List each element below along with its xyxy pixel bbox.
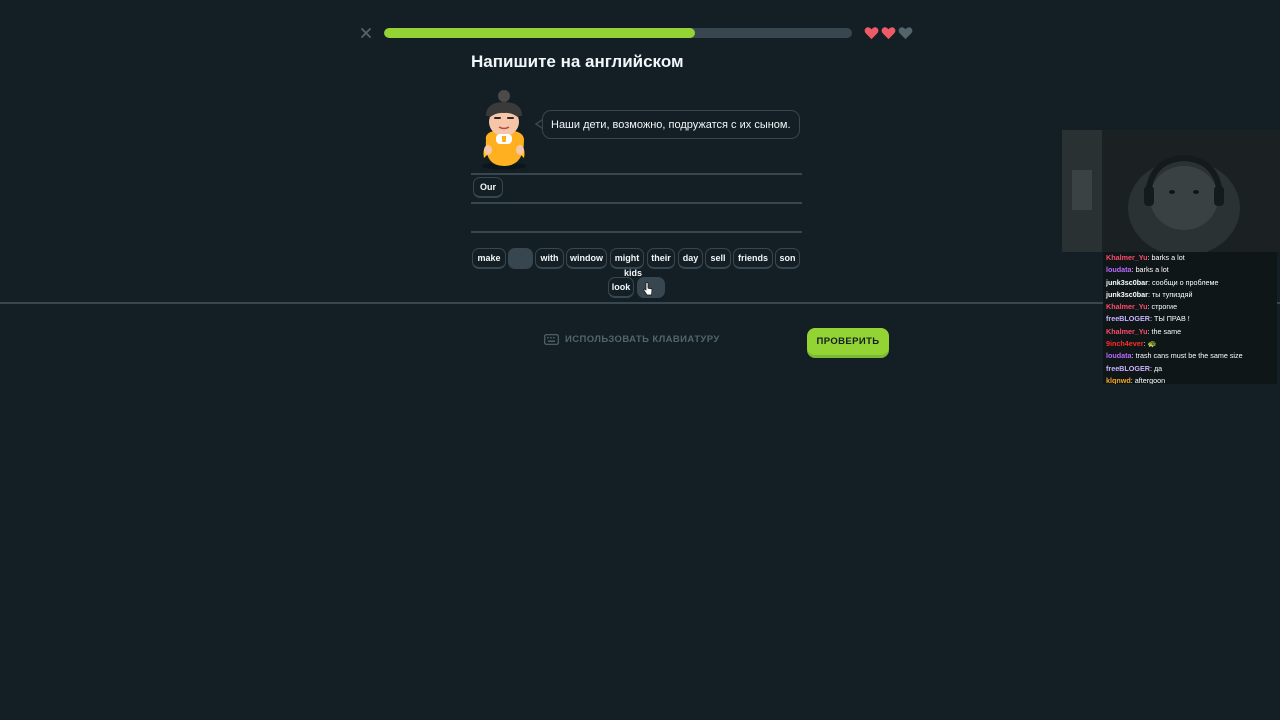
heart-icon (881, 27, 896, 40)
word-tile-make[interactable]: make (472, 248, 506, 269)
chat-message: loudata: trash cans must be the same siz… (1103, 350, 1277, 362)
use-keyboard-button[interactable]: ИСПОЛЬЗОВАТЬ КЛАВИАТУРУ (544, 334, 720, 345)
chat-message: Khalmer_Yu: строгие (1103, 301, 1277, 313)
chat-text: сообщи о проблеме (1151, 277, 1219, 287)
chat-text: aftergoon (1134, 375, 1166, 384)
word-tile-sell[interactable]: sell (705, 248, 731, 269)
stream-chat: Khalmer_Yu: barks a lot loudata: barks a … (1103, 252, 1277, 384)
close-lesson-button[interactable] (359, 26, 373, 40)
chat-username[interactable]: Khalmer_Yu (1106, 327, 1148, 336)
chat-username[interactable]: Khalmer_Yu (1106, 302, 1148, 311)
footer-divider (0, 302, 1280, 304)
use-keyboard-label: ИСПОЛЬЗОВАТЬ КЛАВИАТУРУ (565, 334, 720, 345)
heart-icon (864, 27, 879, 40)
word-tile-day[interactable]: day (678, 248, 703, 269)
dragging-word-kids[interactable]: kids (624, 268, 642, 278)
prompt-speech-bubble: Наши дети, возможно, подружатся с их сын… (542, 110, 800, 139)
chat-username[interactable]: freeBLOGER (1106, 364, 1150, 373)
chat-username[interactable]: freeBLOGER (1106, 314, 1150, 323)
word-tile-son[interactable]: son (775, 248, 800, 269)
word-tile-friends[interactable]: friends (733, 248, 773, 269)
progress-fill (384, 28, 696, 38)
word-tile-placeholder (508, 248, 533, 269)
chat-text: да (1153, 363, 1163, 373)
chat-text: ты тупиздяй (1151, 289, 1193, 299)
chat-message: Khalmer_Yu: barks a lot (1103, 252, 1277, 264)
keyboard-icon (544, 334, 559, 345)
check-button[interactable]: ПРОВЕРИТЬ (807, 328, 889, 355)
chat-text: trash cans must be the same size (1135, 351, 1243, 361)
chat-message: freeBLOGER: да (1103, 363, 1277, 375)
chat-username[interactable]: 9inch4ever (1106, 339, 1144, 348)
chat-message: freeBLOGER: ТЫ ПРАВ ! (1103, 313, 1277, 325)
chat-text: 🐢 (1147, 339, 1157, 349)
answer-line-top (471, 173, 802, 175)
chat-message: junk3sc0bar: ты тупиздяй (1103, 289, 1277, 301)
chat-username[interactable]: klqnwd (1106, 376, 1131, 384)
answer-line-bottom (471, 231, 802, 233)
hearts (864, 26, 913, 40)
word-tile-window[interactable]: window (566, 248, 607, 269)
word-tile-might[interactable]: might (610, 248, 644, 269)
chat-username[interactable]: loudata (1106, 265, 1132, 274)
chat-username[interactable]: junk3sc0bar (1106, 278, 1148, 287)
chat-text: barks a lot (1151, 253, 1185, 262)
word-tile-look[interactable]: look (608, 277, 634, 298)
chat-text: the same (1151, 326, 1182, 336)
character-illustration (482, 90, 526, 170)
chat-text: строгие (1151, 302, 1178, 312)
chat-username[interactable]: loudata (1106, 351, 1132, 360)
chat-text: ТЫ ПРАВ ! (1153, 314, 1190, 324)
answer-tile[interactable]: Our (473, 177, 504, 198)
word-tile-with[interactable]: with (535, 248, 564, 269)
chat-text: barks a lot (1135, 265, 1169, 275)
chat-message: junk3sc0bar: сообщи о проблеме (1103, 277, 1277, 289)
chat-message: 9inch4ever: 🐢 (1103, 338, 1277, 350)
prompt-text: Наши дети, возможно, подружатся с их сын… (551, 118, 791, 131)
chat-username[interactable]: Khalmer_Yu (1106, 253, 1148, 262)
webcam-feed-image (1062, 130, 1280, 252)
lesson-progress-bar (384, 28, 852, 38)
close-icon (361, 28, 371, 38)
chat-message: klqnwd: aftergoon (1103, 375, 1277, 384)
word-tile-their[interactable]: their (647, 248, 675, 269)
chat-username[interactable]: junk3sc0bar (1106, 290, 1148, 299)
answer-line-middle (471, 202, 802, 204)
hand-cursor-icon (643, 282, 653, 296)
webcam-overlay (1062, 130, 1280, 252)
page-title: Напишите на английском (471, 52, 684, 71)
heart-icon (898, 27, 913, 40)
chat-message: loudata: barks a lot (1103, 264, 1277, 276)
chat-message: Khalmer_Yu: the same (1103, 326, 1277, 338)
